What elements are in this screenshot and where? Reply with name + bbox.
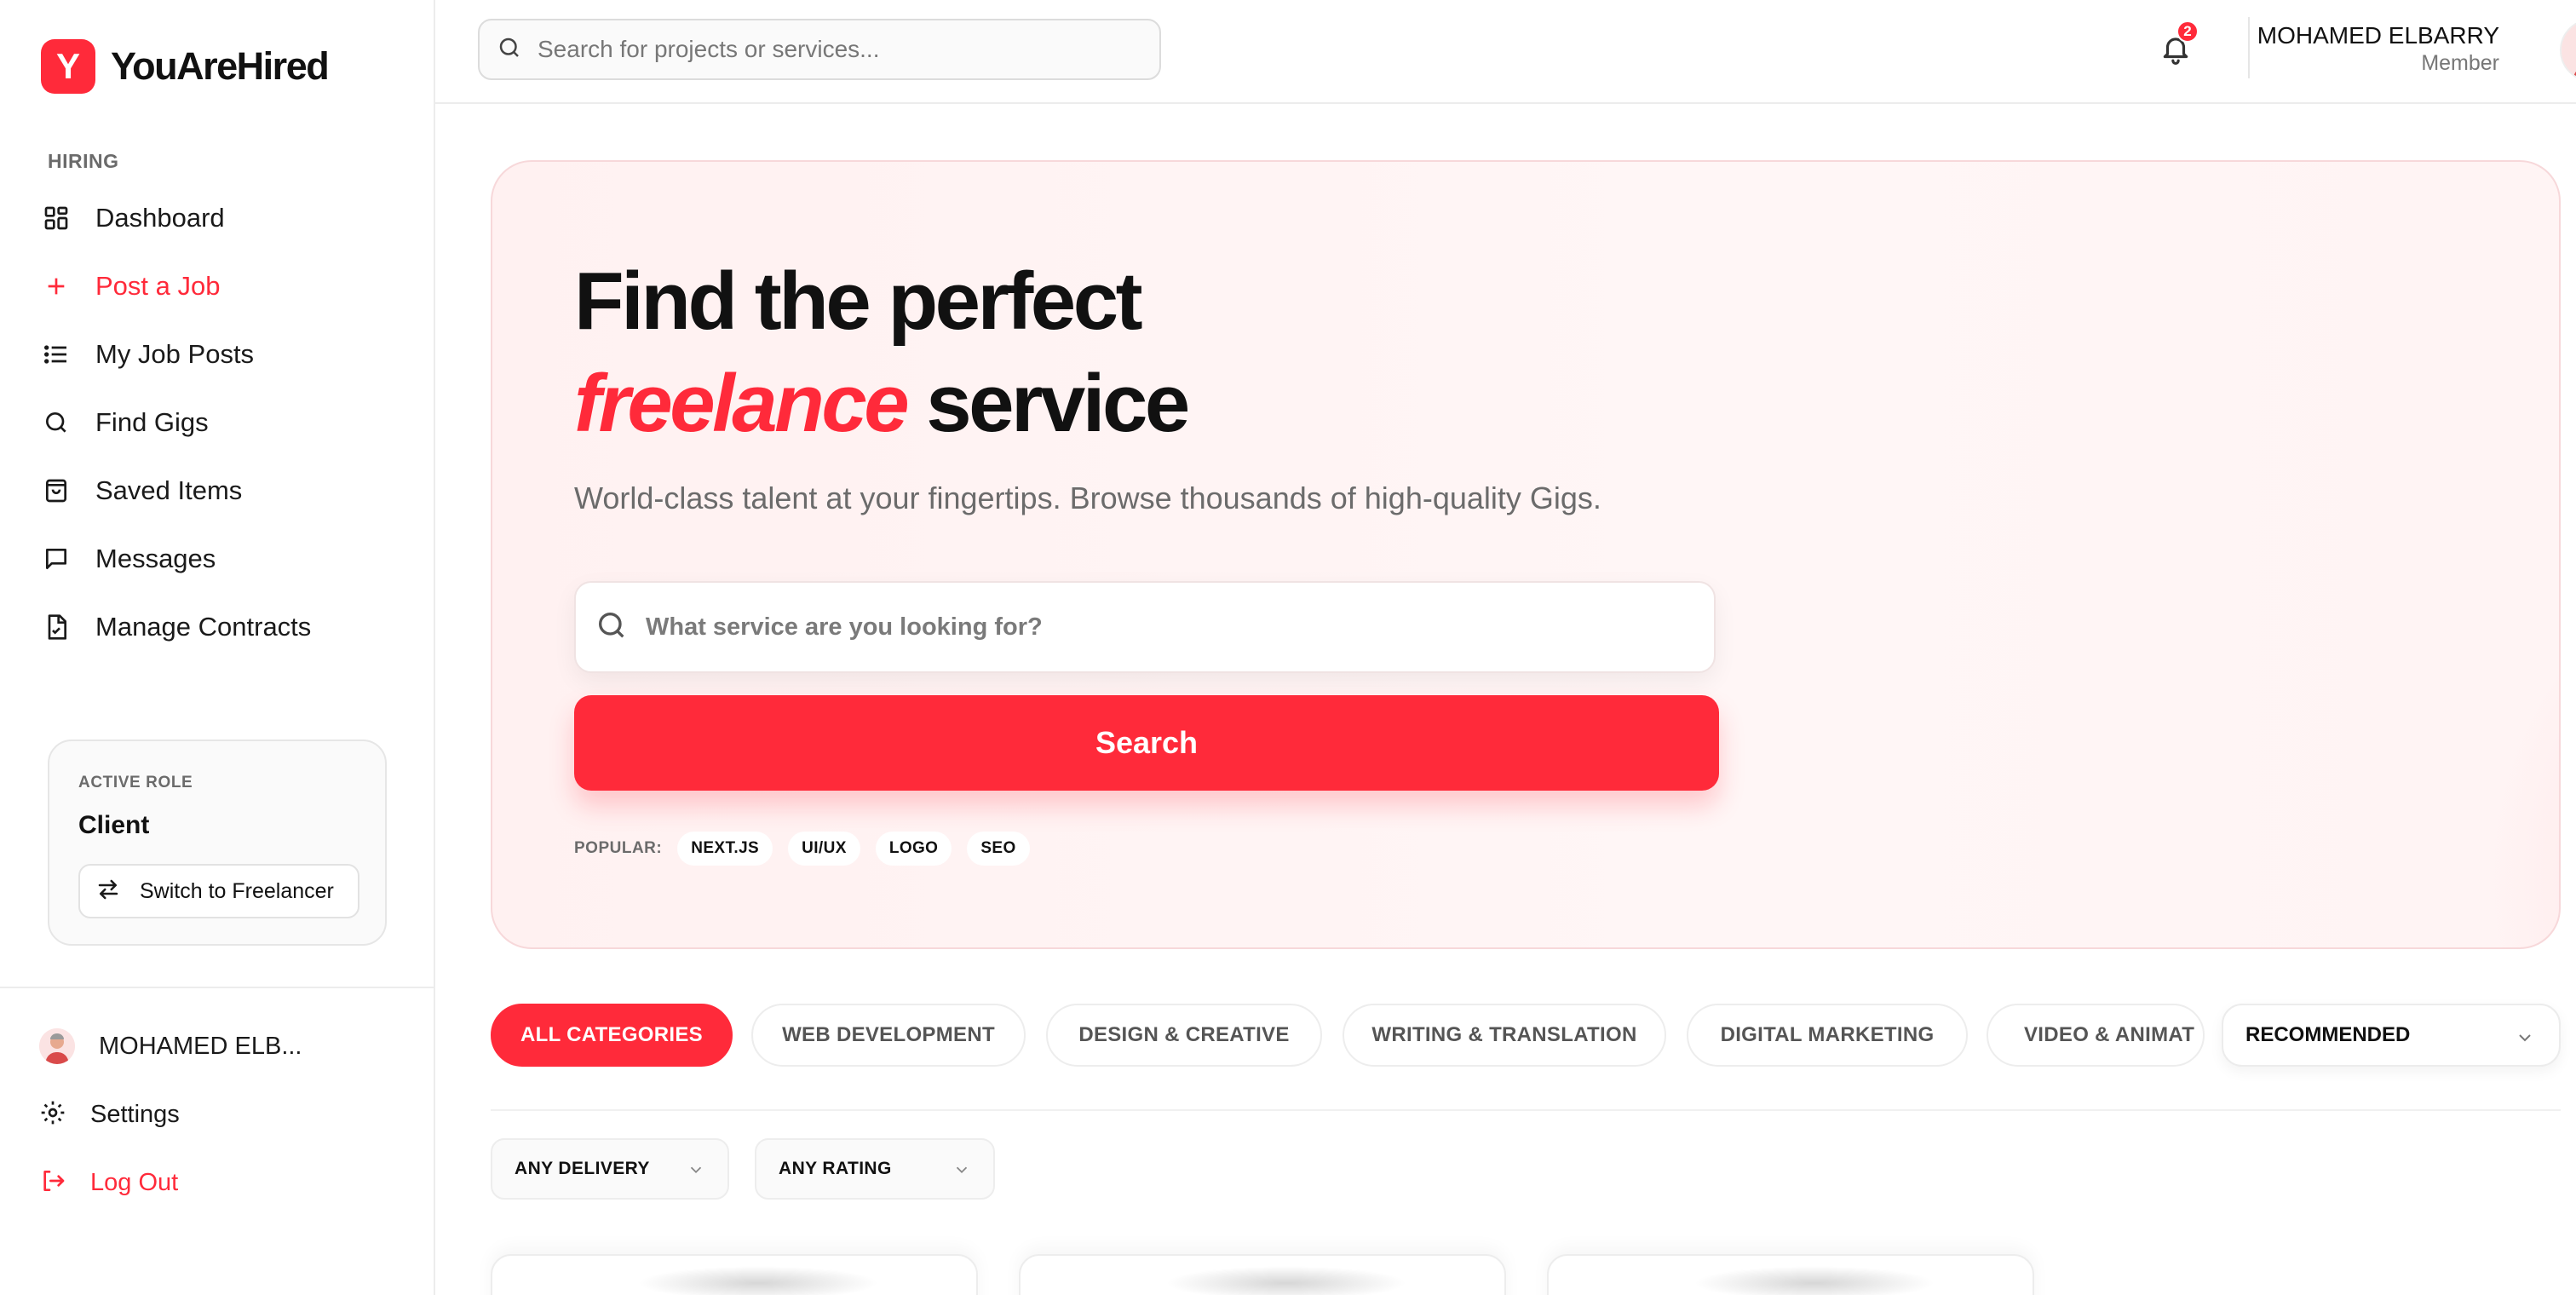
gear-icon <box>39 1099 66 1131</box>
sidebar-item-saved-items[interactable]: Saved Items <box>39 457 414 525</box>
notification-badge: 2 <box>2176 20 2199 43</box>
chevron-down-icon <box>687 1160 705 1184</box>
rating-filter-label: ANY RATING <box>779 1159 892 1178</box>
section-label-hiring: HIRING <box>48 150 119 172</box>
sidebar-item-manage-contracts[interactable]: Manage Contracts <box>39 593 414 661</box>
sidebar-user-name: MOHAMED ELB... <box>99 1032 302 1060</box>
user-role: Member <box>2421 51 2499 75</box>
switch-role-button[interactable]: Switch to Freelancer <box>78 864 359 918</box>
sidebar-item-my-job-posts[interactable]: My Job Posts <box>39 320 414 388</box>
popular-tag[interactable]: SEO <box>967 832 1030 866</box>
logout-button[interactable]: Log Out <box>39 1148 414 1217</box>
search-icon <box>595 608 629 647</box>
search-icon <box>41 407 72 438</box>
category-tab-writing-translation[interactable]: WRITING & TRANSLATION <box>1343 1004 1666 1067</box>
gig-card[interactable] <box>1547 1254 2034 1295</box>
hero-title-rest: service <box>926 358 1190 449</box>
chevron-down-icon <box>952 1160 971 1184</box>
sidebar-item-messages[interactable]: Messages <box>39 525 414 593</box>
avatar[interactable] <box>2560 19 2576 82</box>
sidebar-bottom: MOHAMED ELB... Settings Log Out <box>39 1012 414 1217</box>
category-tab-design-creative[interactable]: DESIGN & CREATIVE <box>1046 1004 1322 1067</box>
delivery-filter-label: ANY DELIVERY <box>515 1159 650 1178</box>
sidebar-item-find-gigs[interactable]: Find Gigs <box>39 388 414 457</box>
sidebar-item-dashboard[interactable]: Dashboard <box>39 184 414 252</box>
hero-subtitle: World-class talent at your fingertips. B… <box>574 481 1601 515</box>
hero-title-accent: freelance <box>574 358 910 449</box>
bell-icon <box>2159 37 2192 70</box>
message-icon <box>41 544 72 574</box>
sort-dropdown[interactable]: RECOMMENDED <box>2222 1004 2561 1067</box>
switch-role-label: Switch to Freelancer <box>140 878 334 903</box>
chevron-down-icon <box>2515 1027 2535 1054</box>
sidebar-divider <box>0 987 435 988</box>
topbar-divider <box>2248 17 2250 78</box>
logo-icon: Y <box>41 39 95 94</box>
active-role-card: ACTIVE ROLE Client Switch to Freelancer <box>48 740 387 946</box>
top-bar: 2 MOHAMED ELBARRY Member <box>435 0 2576 104</box>
popular-label: POPULAR: <box>574 839 663 857</box>
popular-tags: POPULAR: NEXT.JS UI/UX LOGO SEO <box>574 832 1045 866</box>
hero-search-box[interactable] <box>574 581 1716 673</box>
hero-search-input[interactable] <box>646 613 1668 642</box>
plus-icon <box>41 271 72 302</box>
sidebar-item-label: Dashboard <box>95 203 225 233</box>
sidebar-item-label: Messages <box>95 544 216 573</box>
shopping-bag-icon <box>41 475 72 506</box>
swap-arrows-icon <box>95 877 121 906</box>
category-tab-web-development[interactable]: WEB DEVELOPMENT <box>751 1004 1026 1067</box>
hero-title-line1: Find the perfect <box>574 256 1143 347</box>
list-icon <box>41 339 72 370</box>
gig-card[interactable] <box>491 1254 978 1295</box>
file-check-icon <box>41 612 72 642</box>
sidebar-item-post-a-job[interactable]: Post a Job <box>39 252 414 320</box>
sidebar-item-label: Saved Items <box>95 475 243 505</box>
category-tab-video-animation[interactable]: VIDEO & ANIMAT <box>1987 1004 2205 1067</box>
top-search-input[interactable] <box>538 36 1117 63</box>
popular-tag[interactable]: NEXT.JS <box>677 832 773 866</box>
popular-tag[interactable]: LOGO <box>875 832 952 866</box>
sidebar-item-label: Post a Job <box>95 271 221 301</box>
hero-section: Find the perfect freelance service World… <box>491 160 2561 949</box>
active-role-value: Client <box>78 811 150 839</box>
avatar <box>39 1028 75 1064</box>
sidebar: Y YouAreHired HIRING Dashboard Post a Jo… <box>0 0 435 1295</box>
brand-name: YouAreHired <box>111 44 330 88</box>
category-tab-digital-marketing[interactable]: DIGITAL MARKETING <box>1687 1004 1968 1067</box>
user-name: MOHAMED ELBARRY <box>2257 22 2499 49</box>
sidebar-item-label: My Job Posts <box>95 339 255 369</box>
sort-value: RECOMMENDED <box>2245 1023 2411 1046</box>
rating-filter[interactable]: ANY RATING <box>755 1138 995 1200</box>
sidebar-user-profile[interactable]: MOHAMED ELB... <box>39 1012 414 1080</box>
category-tab-all[interactable]: ALL CATEGORIES <box>491 1004 733 1067</box>
delivery-filter[interactable]: ANY DELIVERY <box>491 1138 729 1200</box>
logout-label: Log Out <box>90 1168 179 1196</box>
top-search-box[interactable] <box>478 19 1161 80</box>
logout-icon <box>39 1167 66 1199</box>
grid-icon <box>41 203 72 233</box>
sidebar-item-settings[interactable]: Settings <box>39 1080 414 1148</box>
filter-divider <box>491 1109 2561 1111</box>
sidebar-item-label: Manage Contracts <box>95 612 312 642</box>
sidebar-item-label: Settings <box>90 1100 180 1128</box>
sidebar-item-label: Find Gigs <box>95 407 209 437</box>
search-icon <box>497 35 522 65</box>
popular-tag[interactable]: UI/UX <box>788 832 860 866</box>
gig-card[interactable] <box>1019 1254 1506 1295</box>
hero-title: Find the perfect freelance service <box>574 250 1190 455</box>
search-button[interactable]: Search <box>574 695 1719 791</box>
brand-logo[interactable]: Y YouAreHired <box>41 39 330 94</box>
sidebar-nav: Dashboard Post a Job My Job Posts Find G… <box>39 184 414 661</box>
active-role-title: ACTIVE ROLE <box>78 774 193 791</box>
